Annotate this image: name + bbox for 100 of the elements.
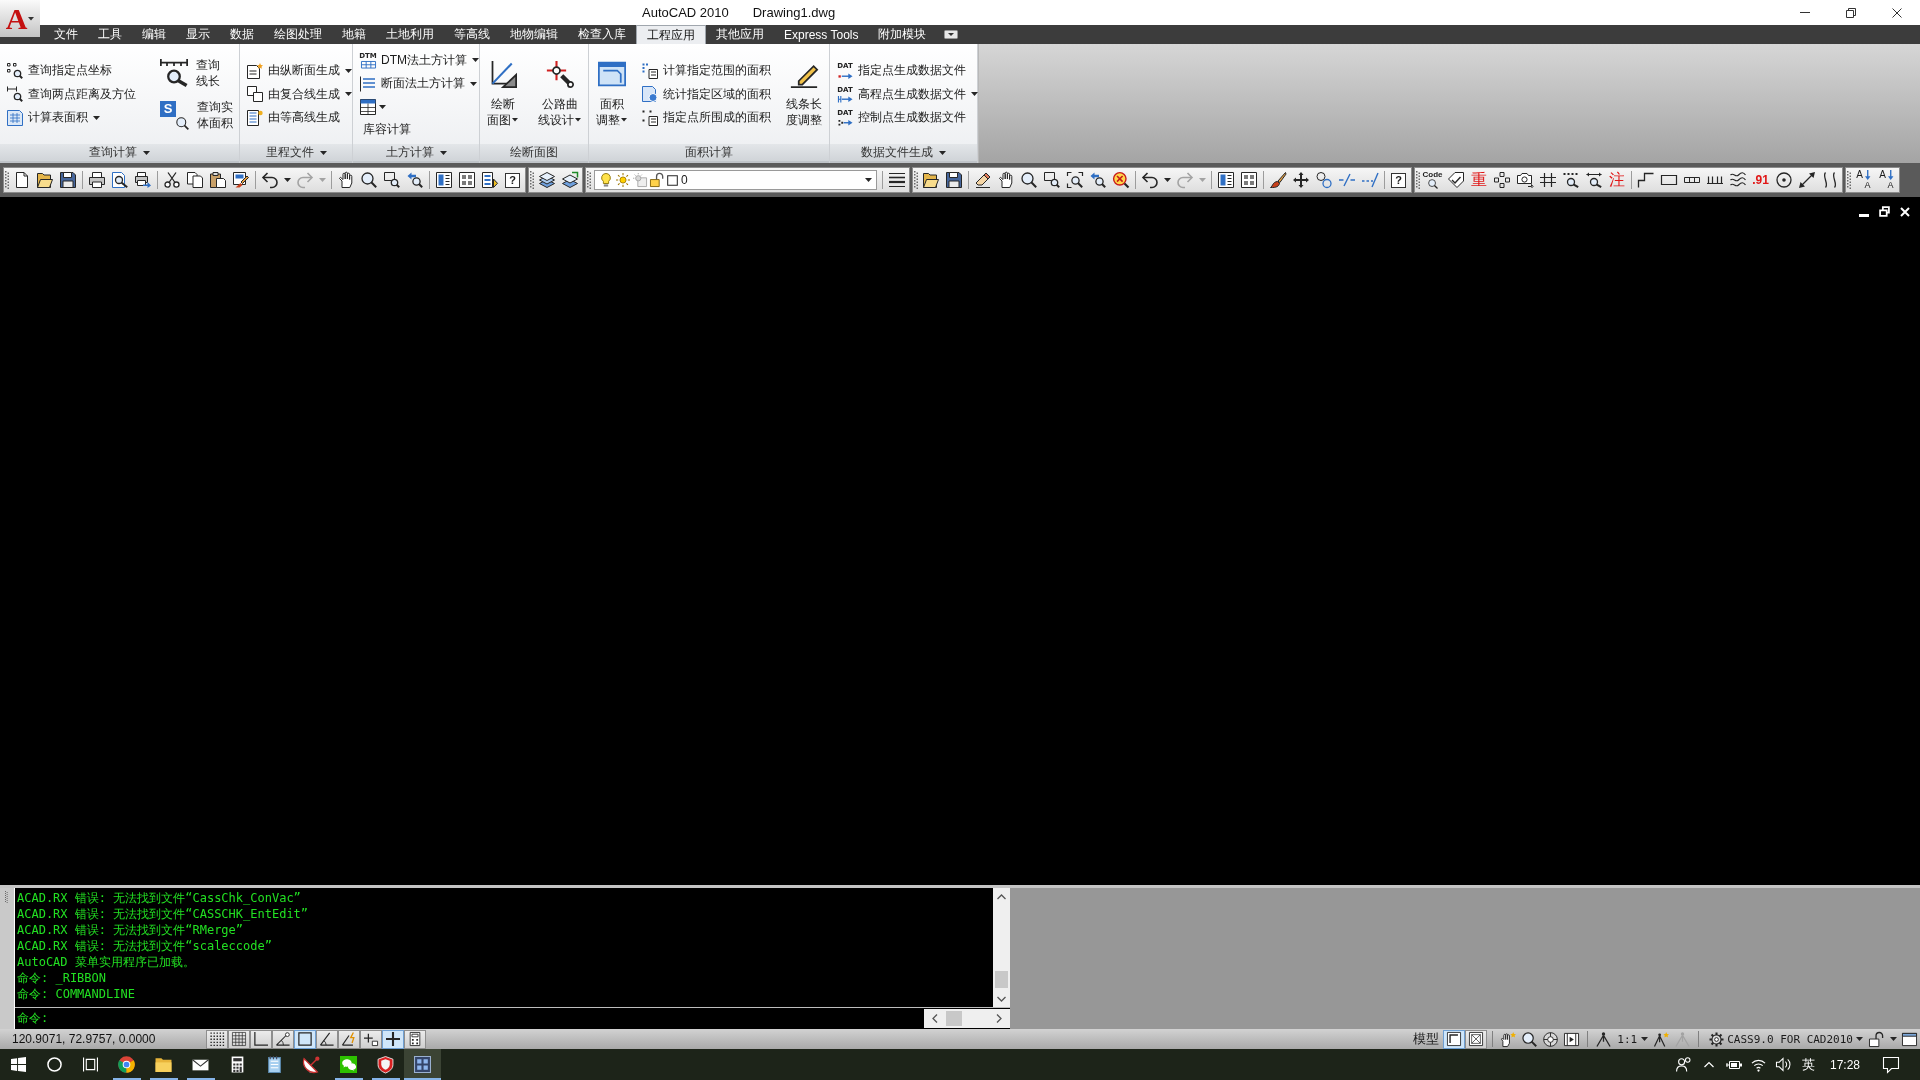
scroll-right-icon[interactable] <box>996 1014 1002 1023</box>
toolbar-grip[interactable] <box>530 171 534 189</box>
drafting-toggle-button[interactable] <box>294 1029 316 1049</box>
clipboard-icon[interactable] <box>209 172 226 188</box>
toolbar-grip[interactable] <box>587 171 591 189</box>
tag-check-icon[interactable] <box>1447 172 1464 188</box>
printer-icon[interactable] <box>88 172 105 188</box>
undo-arrow-icon[interactable] <box>1141 172 1158 188</box>
layout-toggle-button[interactable] <box>1443 1029 1466 1049</box>
properties-panel-icon[interactable] <box>1217 172 1234 188</box>
scrollbar-thumb[interactable] <box>946 1011 962 1026</box>
horizontal-scrollbar[interactable] <box>924 1009 1010 1028</box>
dotted-magnifier-icon[interactable] <box>1562 172 1579 188</box>
caret-icon[interactable] <box>283 178 291 182</box>
cross-magnifier-icon[interactable] <box>1112 172 1129 188</box>
open-folder-icon[interactable] <box>36 172 53 188</box>
magnifier-icon[interactable] <box>1020 172 1037 188</box>
tile-grid-icon[interactable] <box>458 172 475 188</box>
menu-tab[interactable]: 地物编辑 <box>500 25 568 44</box>
properties-panel-icon[interactable] <box>435 172 452 188</box>
menu-tab[interactable]: 土地利用 <box>376 25 444 44</box>
toolbar-grip[interactable] <box>914 171 918 189</box>
magnifier-icon[interactable] <box>360 172 377 188</box>
ribbon-button[interactable]: 绘断 面图 <box>484 60 521 128</box>
slashed-line-icon[interactable] <box>1338 172 1355 188</box>
toolbar-grip[interactable] <box>1416 171 1420 189</box>
people-icon[interactable] <box>1676 1057 1691 1072</box>
drafting-toggle-button[interactable] <box>404 1029 426 1049</box>
drafting-toggle-button[interactable] <box>316 1029 338 1049</box>
four-squares-icon[interactable] <box>1493 172 1510 188</box>
figure-scale-icon[interactable] <box>1596 1031 1612 1047</box>
layer-stack-arrow-icon[interactable] <box>561 172 578 188</box>
steering-wheel-icon[interactable] <box>1543 1031 1559 1047</box>
magnifier-icon[interactable] <box>1522 1031 1538 1047</box>
speaker-icon[interactable] <box>1776 1057 1791 1072</box>
help-button[interactable]: ? <box>505 172 520 188</box>
ribbon-button[interactable]: 由等高线生成 <box>244 105 355 130</box>
arrow-magnifier-icon[interactable] <box>1089 172 1106 188</box>
move-arrows-icon[interactable] <box>1292 172 1309 188</box>
menu-tab[interactable]: 检查入库 <box>568 25 636 44</box>
hand-icon[interactable] <box>997 172 1014 188</box>
film-play-icon[interactable] <box>1564 1031 1580 1047</box>
toolbar-button[interactable]: 注 <box>1608 171 1625 189</box>
command-line-grip[interactable] <box>5 891 8 903</box>
caret-box-icon[interactable] <box>944 30 959 39</box>
caret-icon[interactable] <box>1163 178 1171 182</box>
hand-star-icon[interactable] <box>1501 1031 1517 1047</box>
ribbon-button[interactable]: 指定点所围成的面积 <box>639 105 774 130</box>
layout-toggle-button[interactable] <box>1465 1029 1488 1049</box>
ribbon-button[interactable]: 查询 线长 <box>158 52 235 94</box>
double-arrow-magnifier-icon[interactable] <box>1585 172 1602 188</box>
menu-tab[interactable]: 文件 <box>44 25 88 44</box>
model-space-button[interactable]: 模型 <box>1409 1030 1444 1048</box>
ribbon-button[interactable]: S 查询实 体面积 <box>158 94 235 136</box>
ribbon-button[interactable]: 计算表面积 <box>4 105 139 130</box>
page-magnifier-icon[interactable] <box>111 172 128 188</box>
wifi-icon[interactable] <box>1751 1057 1766 1072</box>
window-magnifier-icon[interactable] <box>383 172 400 188</box>
menu-tab[interactable]: 工具 <box>88 25 132 44</box>
menu-tab[interactable]: 绘图处理 <box>264 25 332 44</box>
text-scale-button[interactable]: A A <box>1855 170 1872 190</box>
tile-grid-icon[interactable] <box>1240 172 1257 188</box>
panel-title-button[interactable]: 数据文件生成 <box>830 144 977 163</box>
ribbon-button[interactable]: 查询指定点坐标 <box>4 58 139 83</box>
task-view-icon[interactable] <box>82 1057 98 1072</box>
drafting-toggle-button[interactable] <box>360 1029 382 1049</box>
layer-stack-icon[interactable] <box>538 172 555 188</box>
menu-tab[interactable]: 附加模块 <box>868 25 937 44</box>
restore-icon[interactable] <box>1846 7 1856 18</box>
figure-star-icon[interactable] <box>1654 1031 1670 1047</box>
ribbon-button[interactable]: 公路曲 线设计 <box>535 60 584 128</box>
text-scale-button[interactable]: A A <box>1878 170 1895 190</box>
drafting-toggle-button[interactable] <box>338 1029 360 1049</box>
menu-tab[interactable]: 等高线 <box>444 25 500 44</box>
drafting-toggle-button[interactable] <box>250 1029 272 1049</box>
panel-title-button[interactable]: 土方计算 <box>353 144 479 163</box>
help-button[interactable]: ? <box>1391 172 1406 188</box>
blank-page-icon[interactable] <box>13 172 30 188</box>
annotation-scale-dropdown[interactable]: 1:1 <box>1614 1032 1652 1046</box>
ribbon-button[interactable]: 查询两点距离及方位 <box>4 82 139 106</box>
search-icon[interactable] <box>46 1057 62 1072</box>
line-weights-icon[interactable] <box>888 172 905 188</box>
scrollbar-thumb[interactable] <box>995 971 1008 988</box>
caret-icon[interactable] <box>1889 1037 1897 1041</box>
segmented-bar-icon[interactable] <box>1683 177 1700 183</box>
padlock-icon[interactable] <box>1869 1031 1884 1047</box>
menu-tab[interactable]: 工程应用 <box>636 25 706 44</box>
drafting-toggle-button[interactable] <box>228 1029 250 1049</box>
workspace-dropdown[interactable]: CASS9.0 FOR CAD2010 <box>1706 1031 1866 1047</box>
hash-lines-icon[interactable] <box>1539 172 1556 188</box>
circle-dot-icon[interactable] <box>1775 172 1792 188</box>
ribbon-button[interactable]: 由复合线生成 <box>244 82 355 106</box>
drafting-toggle-button[interactable] <box>382 1029 404 1049</box>
panel-title-button[interactable]: 查询计算 <box>0 144 239 163</box>
toolbar-grip[interactable] <box>5 171 9 189</box>
double-wave-icon[interactable] <box>1821 172 1838 188</box>
ribbon-button[interactable]: 线条长 度调整 <box>783 60 825 128</box>
toolbar-button[interactable]: .91 <box>1752 173 1769 187</box>
ribbon-button[interactable]: 断面法土方计算 <box>357 72 482 96</box>
dashed-slash-icon[interactable] <box>1361 172 1378 188</box>
